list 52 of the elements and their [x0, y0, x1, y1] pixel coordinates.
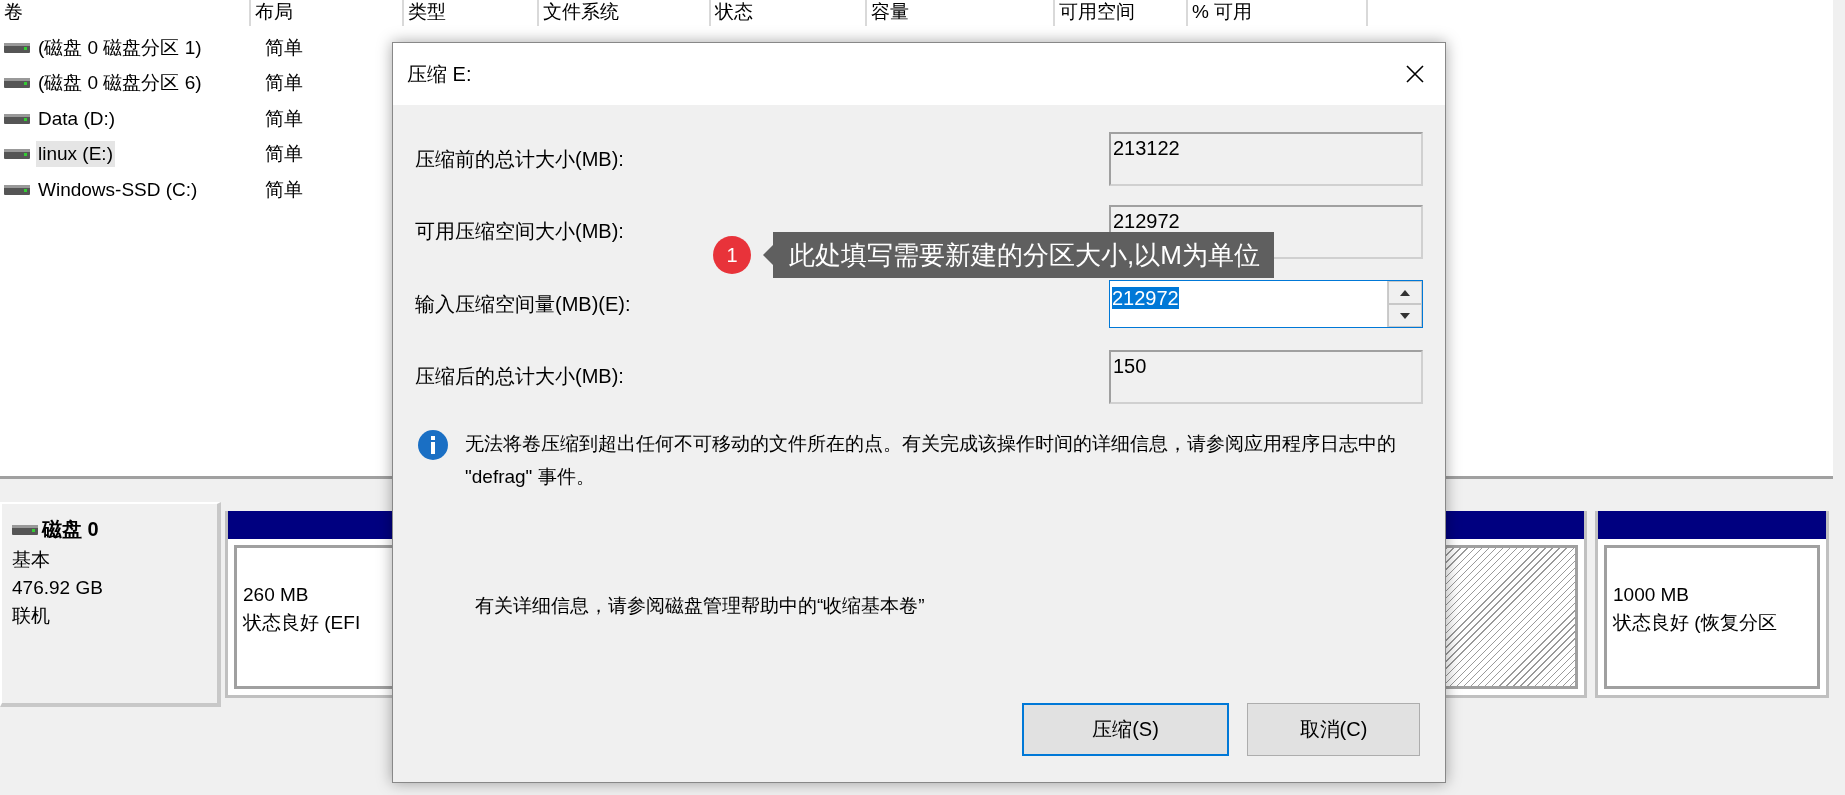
column-header[interactable]: 布局 [251, 0, 404, 26]
field-label: 压缩前的总计大小(MB): [415, 146, 624, 172]
table-cell-text: 简单 [264, 142, 303, 167]
partition[interactable]: 1000 MB 状态良好 (恢复分区 [1595, 511, 1829, 698]
disk-size: 476.92 GB [12, 577, 104, 599]
table-cell-text: 简单 [264, 71, 303, 96]
volume-name[interactable]: Data (D:) [36, 105, 118, 132]
field-label: 压缩后的总计大小(MB): [415, 364, 624, 390]
partition-status: 状态良好 (恢复分区 [1613, 611, 1777, 635]
spin-down-button[interactable] [1388, 304, 1422, 328]
drive-icon [4, 112, 30, 125]
partition-size: 260 MB [243, 584, 309, 606]
table-cell-text: 简单 [264, 177, 303, 202]
table-cell-text: 简单 [264, 106, 303, 131]
column-header[interactable]: 文件系统 [539, 0, 711, 26]
up-arrow-icon [1400, 289, 1410, 296]
readonly-field: 150 [1109, 349, 1423, 404]
column-header[interactable]: 卷 [0, 0, 251, 26]
info-text: 无法将卷压缩到超出任何不可移动的文件所在的点。有关完成该操作时间的详细信息，请参阅应用程序日志中的 "defrag" 事件。 [465, 432, 1397, 489]
readonly-field: 213122 [1109, 132, 1423, 187]
volume-name[interactable]: linux (E:) [36, 141, 115, 168]
partition-status: 状态良好 (EFI [243, 611, 361, 635]
drive-icon [4, 41, 30, 54]
help-text: 有关详细信息，请参阅磁盘管理帮助中的“收缩基本卷” [474, 594, 926, 618]
down-arrow-icon [1400, 312, 1410, 319]
amount-field[interactable]: 212972 [1109, 280, 1423, 329]
info-icon [417, 429, 449, 461]
drive-icon [4, 183, 30, 196]
drive-icon [12, 523, 38, 536]
dialog-title: 压缩 E: [407, 61, 472, 87]
dialog-button[interactable]: 取消(C) [1247, 703, 1420, 756]
close-icon [1405, 64, 1425, 84]
field-label: 输入压缩空间量(MB)(E): [415, 291, 631, 317]
table-cell-text: 简单 [264, 35, 303, 60]
volume-name[interactable]: Windows-SSD (C:) [36, 176, 200, 203]
column-header[interactable]: 容量 [867, 0, 1055, 26]
column-header[interactable]: % 可用 [1188, 0, 1368, 26]
disk-name: 磁盘 0 [42, 517, 99, 542]
dialog-button[interactable]: 压缩(S) [1022, 703, 1229, 756]
field-label: 可用压缩空间大小(MB): [415, 219, 624, 245]
disk-status: 联机 [12, 604, 51, 628]
drive-icon [4, 148, 30, 161]
volume-name[interactable]: (磁盘 0 磁盘分区 6) [36, 68, 204, 99]
column-header[interactable]: 类型 [404, 0, 539, 26]
column-header[interactable]: 可用空间 [1055, 0, 1188, 26]
drive-icon [4, 77, 30, 90]
partition-size: 1000 MB [1613, 584, 1690, 606]
spin-up-button[interactable] [1388, 281, 1422, 305]
column-header[interactable]: 状态 [711, 0, 867, 26]
volume-name[interactable]: (磁盘 0 磁盘分区 1) [36, 32, 204, 63]
disk-type: 基本 [12, 548, 51, 572]
annotation-tooltip: 此处填写需要新建的分区大小,以M为单位 [773, 232, 1274, 278]
